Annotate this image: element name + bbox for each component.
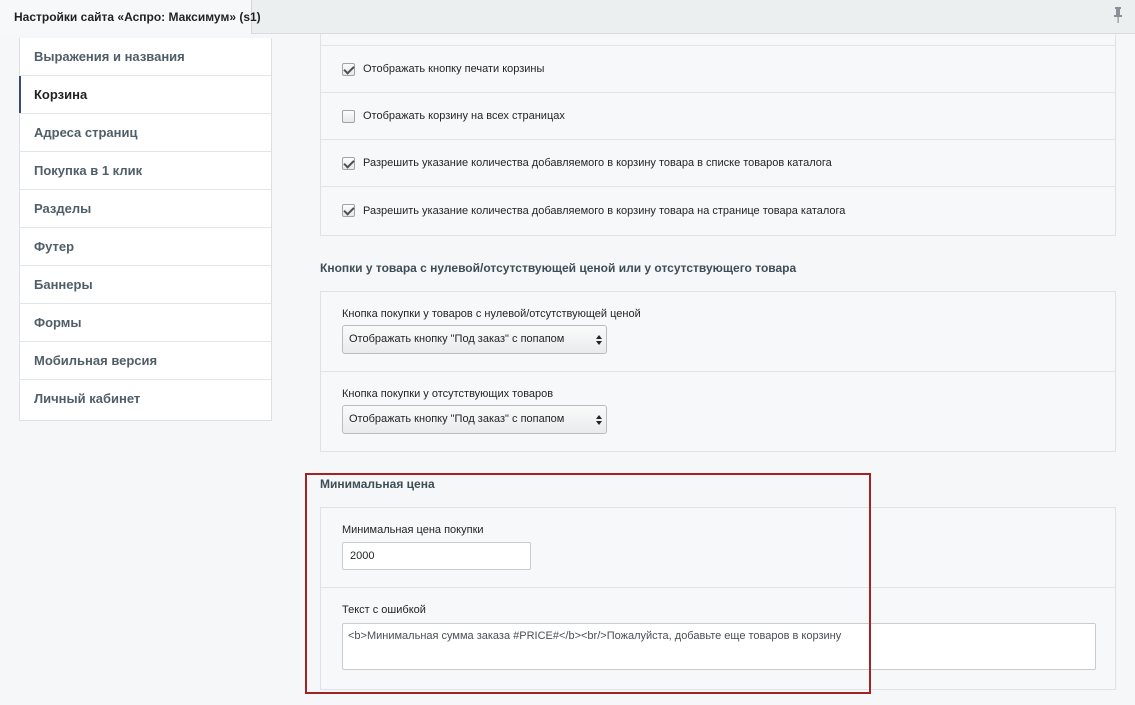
option-label: Отображать кнопку печати корзины [363,63,545,75]
absent-product-button-row: Кнопка покупки у отсутствующих товаров О… [321,372,1115,451]
sidebar-item-label: Личный кабинет [34,391,141,406]
option-qty-on-page[interactable]: Разрешить указание количества добавляемо… [321,187,1115,234]
settings-sidebar: Выражения и названия Корзина Адреса стра… [19,38,272,421]
qty-on-page-checkbox[interactable] [342,204,355,217]
error-text-label: Текст с ошибкой [342,604,426,616]
error-text-textarea[interactable]: <b>Минимальная сумма заказа #PRICE#</b><… [342,623,1096,670]
sidebar-item-expressions[interactable]: Выражения и названия [20,38,271,76]
absent-product-button-label: Кнопка покупки у отсутствующих товаров [342,388,554,400]
sidebar-item-label: Корзина [34,87,88,102]
sidebar-item-mobile[interactable]: Мобильная версия [20,342,271,380]
min-price-label: Минимальная цена покупки [342,524,484,536]
option-cart-all-pages[interactable]: Отображать корзину на всех страницах [321,93,1115,140]
textarea-value: <b>Минимальная сумма заказа #PRICE#</b><… [348,630,842,642]
select-value: Отображать кнопку "Под заказ" с попапом [349,333,565,345]
pin-icon[interactable] [1111,6,1125,24]
select-value: Отображать кнопку "Под заказ" с попапом [349,413,565,425]
min-price-row: Минимальная цена покупки 2000 [321,508,1115,588]
sidebar-item-label: Разделы [34,201,92,216]
option-label: Отображать корзину на всех страницах [363,110,565,122]
sidebar-item-label: Футер [34,239,75,254]
sidebar-item-label: Выражения и названия [34,49,185,64]
select-arrows-icon [596,415,602,425]
option-qty-in-list[interactable]: Разрешить указание количества добавляемо… [321,140,1115,187]
print-cart-checkbox[interactable] [342,62,355,76]
cart-options-panel: Отображать кнопку печати корзины Отображ… [320,34,1116,236]
sidebar-item-label: Баннеры [34,277,93,292]
option-label: Разрешить указание количества добавляемо… [363,204,846,217]
option-print-cart[interactable]: Отображать кнопку печати корзины [321,46,1115,93]
input-value: 2000 [350,550,375,562]
sidebar-item-label: Мобильная версия [34,353,158,368]
min-price-section-title: Минимальная цена [320,477,435,491]
settings-tab[interactable]: Настройки сайта «Аспро: Максимум» (s1) [0,0,261,34]
settings-tab-label: Настройки сайта «Аспро: Максимум» (s1) [14,10,261,24]
sidebar-item-one-click[interactable]: Покупка в 1 клик [20,152,271,190]
zero-price-section-title: Кнопки у товара с нулевой/отсутствующей … [320,261,797,275]
sidebar-item-footer[interactable]: Футер [20,228,271,266]
zero-price-button-row: Кнопка покупки у товаров с нулевой/отсут… [321,292,1115,372]
sidebar-item-account[interactable]: Личный кабинет [20,380,271,418]
option-label: Разрешить указание количества добавляемо… [363,157,832,169]
sidebar-item-label: Адреса страниц [34,125,138,140]
zero-price-panel: Кнопка покупки у товаров с нулевой/отсут… [320,291,1116,452]
qty-in-list-checkbox[interactable] [342,156,355,170]
sidebar-item-label: Покупка в 1 клик [34,163,143,178]
min-price-panel: Минимальная цена покупки 2000 Текст с ош… [320,507,1116,690]
zero-price-button-label: Кнопка покупки у товаров с нулевой/отсут… [342,308,641,320]
sidebar-item-cart[interactable]: Корзина [19,76,271,114]
min-price-input[interactable]: 2000 [342,542,531,570]
zero-price-button-select[interactable]: Отображать кнопку "Под заказ" с попапом [342,325,607,354]
sidebar-item-page-addresses[interactable]: Адреса страниц [20,114,271,152]
sidebar-item-sections[interactable]: Разделы [20,190,271,228]
absent-product-button-select[interactable]: Отображать кнопку "Под заказ" с попапом [342,405,607,434]
sidebar-item-forms[interactable]: Формы [20,304,271,342]
cart-all-pages-checkbox[interactable] [342,109,355,123]
window-title-bar: Настройки сайта «Аспро: Максимум» (s1) [0,0,1135,34]
panel-divider [321,34,1115,46]
error-text-row: Текст с ошибкой <b>Минимальная сумма зак… [321,588,1115,689]
select-arrows-icon [596,335,602,345]
sidebar-item-label: Формы [34,315,82,330]
sidebar-item-banners[interactable]: Баннеры [20,266,271,304]
